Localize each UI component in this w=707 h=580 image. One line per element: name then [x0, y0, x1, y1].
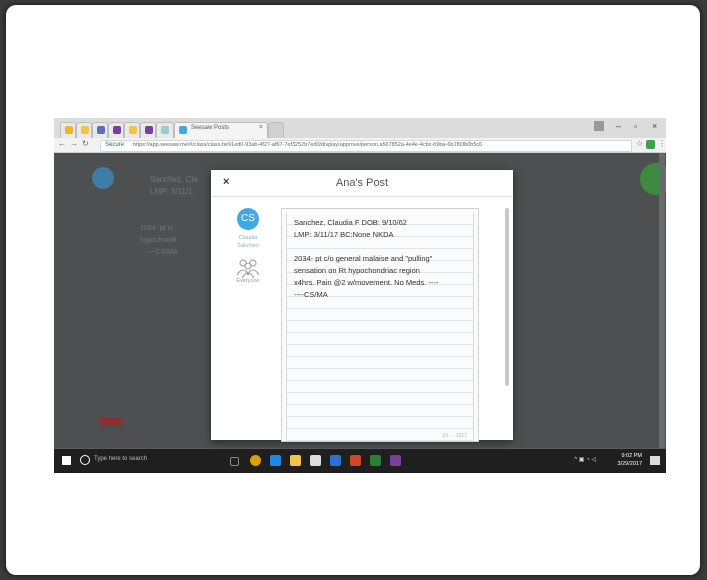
bg-post-line: LMP: 3/11/1 — [150, 187, 193, 196]
modal-scrollbar[interactable] — [505, 208, 509, 386]
note-paper: Sanchez, Claudia F DOB: 9/10/62 LMP: 3/1… — [281, 208, 479, 442]
browser-tab-bar: Seesaw Posts × – ▫ × — [54, 118, 666, 138]
reload-icon[interactable]: ↻ — [82, 139, 89, 148]
note-line: ----CS/MA — [294, 290, 328, 299]
cortana-icon[interactable] — [80, 455, 90, 465]
tab-favicon-icon — [97, 126, 105, 134]
bg-post-line: 2034- pt c/ — [140, 225, 174, 232]
browser-tab[interactable] — [76, 122, 92, 138]
browser-tab[interactable] — [140, 122, 156, 138]
new-tab-button[interactable] — [268, 122, 284, 138]
clock-date: 3/29/2017 — [617, 461, 642, 467]
note-date: 3/1 ... 2017 — [441, 433, 467, 439]
browser-tab[interactable] — [156, 122, 174, 138]
chrome-icon[interactable] — [250, 455, 261, 466]
bg-post-line: ----CS/MA — [146, 249, 178, 256]
user-profile-icon[interactable] — [594, 121, 604, 131]
bg-post-line: hypochondr — [140, 237, 177, 244]
menu-icon[interactable]: ⋮ — [658, 139, 666, 148]
minimize-icon[interactable]: – — [616, 121, 621, 131]
tab-title: Seesaw Posts — [191, 125, 230, 131]
maximize-icon[interactable]: ▫ — [634, 121, 637, 131]
note-line: sensation on Rt hypochondriac region — [294, 266, 420, 275]
back-icon[interactable]: ← — [58, 139, 66, 148]
extension-icon[interactable] — [646, 140, 655, 149]
system-tray-icons[interactable]: ^ ▣ ◔ ◁ — [574, 456, 596, 463]
tab-favicon-icon — [81, 126, 89, 134]
tab-favicon-icon — [161, 126, 169, 134]
tab-close-icon[interactable]: × — [259, 124, 263, 131]
note-line: x4hrs. Pain @2 w/movement. No Meds. ---- — [294, 278, 439, 287]
address-bar: ← → ↻ Secure https://app.seesaw.me/#/cla… — [54, 138, 666, 153]
author-avatar[interactable]: CS — [237, 208, 259, 230]
task-view-icon[interactable] — [230, 457, 239, 466]
browser-tab[interactable] — [60, 122, 76, 138]
bg-post-line: Sanchez, Cla — [150, 175, 198, 184]
note-line: LMP: 3/11/17 BC:None NKDA — [294, 230, 394, 239]
word-icon[interactable] — [330, 455, 341, 466]
taskbar-clock[interactable]: 9:02 PM 3/29/2017 — [618, 452, 642, 468]
modal-divider — [211, 196, 513, 197]
store-icon[interactable] — [310, 455, 321, 466]
secure-label: Secure — [105, 142, 125, 148]
page-scrollbar[interactable] — [659, 153, 665, 448]
excel-icon[interactable] — [370, 455, 381, 466]
powerpoint-icon[interactable] — [350, 455, 361, 466]
clock-time: 9:02 PM — [621, 453, 642, 459]
post-modal: × Ana's Post CS Claudia Sanchez Everyone… — [211, 170, 513, 442]
tab-favicon-icon — [129, 126, 137, 134]
audience-label: Everyone — [236, 278, 260, 284]
author-name: Claudia Sanchez — [225, 234, 271, 250]
author-first-name: Claudia — [238, 235, 258, 241]
edge-icon[interactable] — [270, 455, 281, 466]
desktop-screen: Seesaw Posts × – ▫ × ← → ↻ Secure https:… — [54, 118, 666, 473]
browser-tab[interactable] — [108, 122, 124, 138]
notifications-icon[interactable] — [650, 456, 660, 465]
windows-start-icon[interactable] — [62, 456, 71, 465]
bookmark-star-icon[interactable]: ☆ — [636, 139, 643, 148]
modal-title: Ana's Post — [335, 177, 389, 189]
forward-icon[interactable]: → — [70, 139, 78, 148]
file-explorer-icon[interactable] — [290, 455, 301, 466]
note-line: Sanchez, Claudia F DOB: 9/10/62 — [294, 218, 407, 227]
note-line: 2034- pt c/o general malaise and "pullin… — [294, 254, 433, 263]
status-badge — [100, 418, 122, 426]
tab-favicon-icon — [113, 126, 121, 134]
window-close-icon[interactable]: × — [652, 121, 657, 131]
taskbar-search-input[interactable]: Type here to search — [94, 456, 147, 462]
browser-tab[interactable] — [92, 122, 108, 138]
windows-taskbar: Type here to search ^ ▣ ◔ ◁ 9:02 PM 3/29… — [54, 449, 666, 473]
url-text: https://app.seesaw.me/#/class/class.be91… — [133, 142, 483, 148]
url-input[interactable]: Secure https://app.seesaw.me/#/class/cla… — [100, 140, 632, 152]
note-lines: Sanchez, Claudia F DOB: 9/10/62 LMP: 3/1… — [286, 213, 474, 441]
tab-favicon-icon — [65, 126, 73, 134]
onenote-icon[interactable] — [390, 455, 401, 466]
people-group-icon[interactable] — [233, 257, 263, 279]
browser-tab[interactable] — [124, 122, 140, 138]
browser-tab-active[interactable]: Seesaw Posts × — [174, 122, 268, 138]
app-avatar — [92, 167, 114, 189]
screenshot-frame: Seesaw Posts × – ▫ × ← → ↻ Secure https:… — [6, 5, 700, 575]
tab-favicon-icon — [145, 126, 153, 134]
author-last-name: Sanchez — [237, 243, 259, 249]
seesaw-favicon-icon — [179, 126, 187, 134]
